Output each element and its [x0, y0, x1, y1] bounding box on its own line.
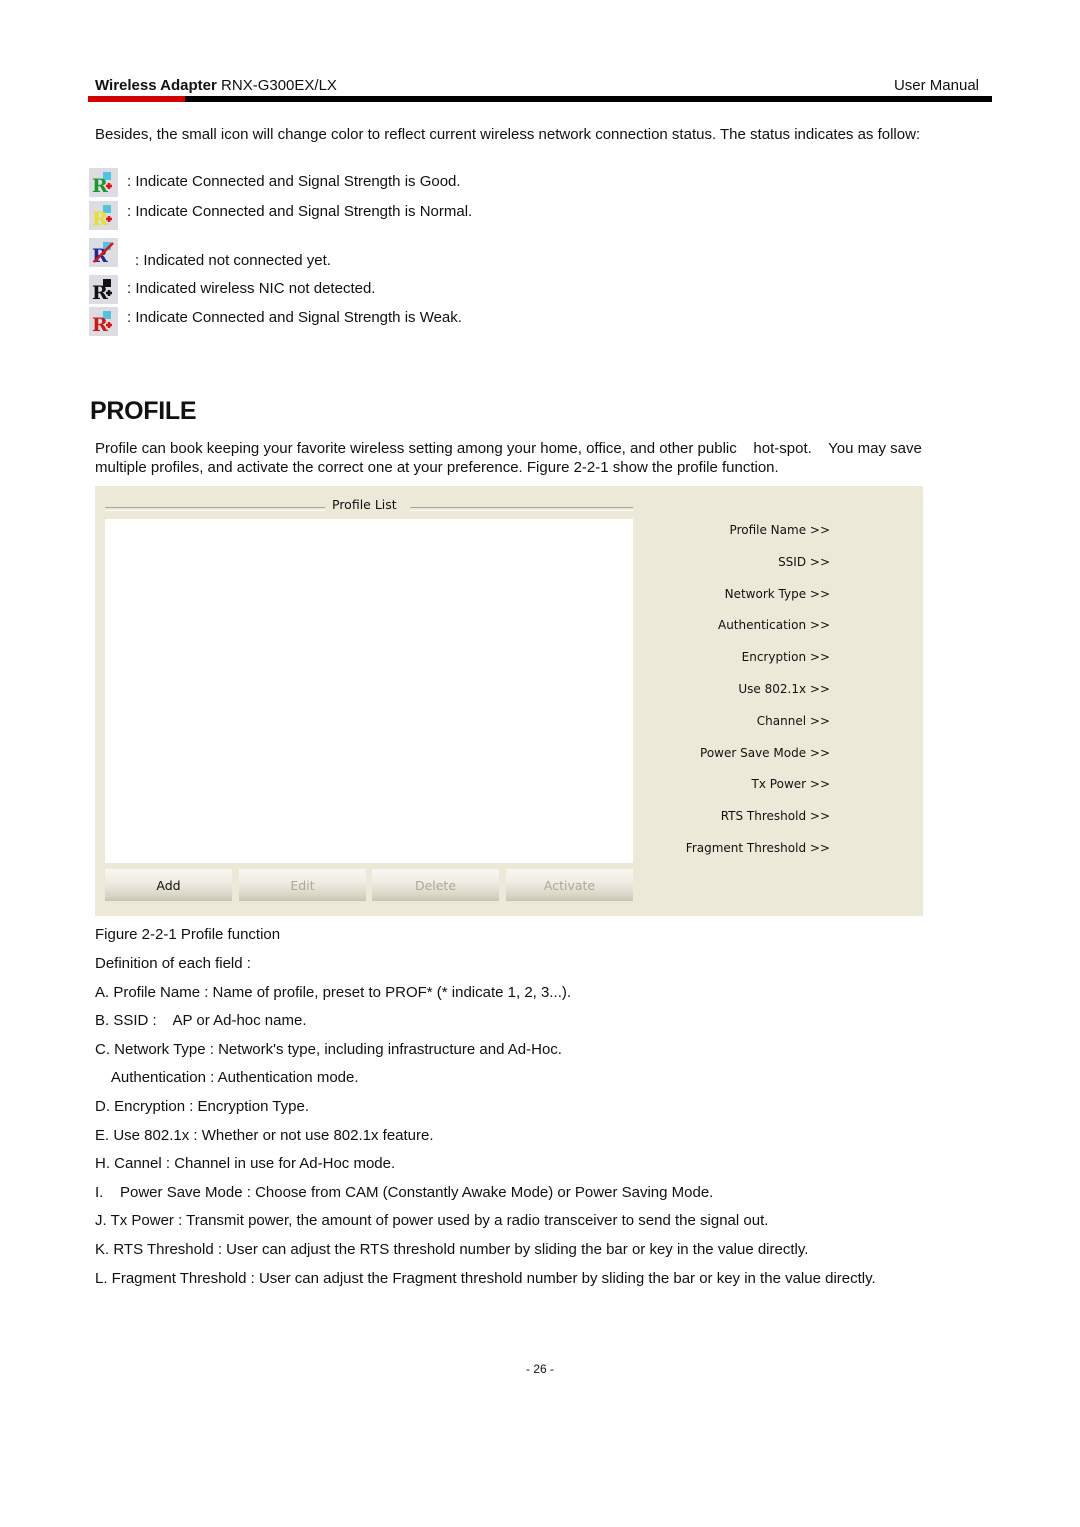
- group-line-left: [105, 507, 325, 511]
- profile-list[interactable]: [105, 519, 633, 863]
- header-doc-type: User Manual: [893, 77, 979, 94]
- definition-item: J. Tx Power : Transmit power, the amount…: [95, 1212, 769, 1229]
- definition-item: L. Fragment Threshold : User can adjust …: [95, 1270, 876, 1287]
- definition-item: A. Profile Name : Name of profile, prese…: [95, 984, 572, 1001]
- field-channel: Channel >>: [756, 713, 830, 728]
- intro-paragraph: Besides, the small icon will change colo…: [95, 126, 921, 143]
- field-ssid: SSID >>: [778, 554, 830, 569]
- field-use-8021x: Use 802.1x >>: [738, 681, 830, 696]
- profile-list-title: Profile List: [332, 497, 397, 512]
- definition-item: E. Use 802.1x : Whether or not use 802.1…: [95, 1127, 434, 1144]
- svg-text:R: R: [92, 208, 108, 228]
- figure-caption: Figure 2-2-1 Profile function: [95, 926, 281, 943]
- definition-item: K. RTS Threshold : User can adjust the R…: [95, 1241, 809, 1258]
- definition-item: C. Network Type : Network's type, includ…: [95, 1041, 562, 1058]
- status-item-nic-not-detected: R : Indicated wireless NIC not detected.: [89, 275, 589, 305]
- tray-icon-good: R: [89, 168, 118, 197]
- edit-button[interactable]: Edit: [239, 869, 366, 901]
- profile-panel: Profile List Profile Name >> SSID >> Net…: [95, 486, 923, 916]
- header-rule: [88, 96, 992, 102]
- tray-icon-nic-not-detected: R: [89, 275, 118, 304]
- definition-item: I. Power Save Mode : Choose from CAM (Co…: [95, 1184, 714, 1201]
- field-authentication: Authentication >>: [717, 618, 830, 633]
- svg-text:R: R: [92, 282, 108, 302]
- group-line-right: [410, 507, 633, 511]
- header-rule-accent: [88, 96, 185, 102]
- tray-icon-not-connected: R: [89, 238, 118, 267]
- status-text: : Indicated not connected yet.: [135, 252, 331, 269]
- page-header: Wireless Adapter RNX-G300EX/LX User Manu…: [95, 77, 979, 95]
- definition-item: H. Cannel : Channel in use for Ad-Hoc mo…: [95, 1155, 396, 1172]
- status-text: : Indicate Connected and Signal Strength…: [127, 173, 461, 190]
- activate-button[interactable]: Activate: [506, 869, 633, 901]
- svg-text:R: R: [92, 175, 108, 195]
- svg-text:R: R: [92, 314, 108, 334]
- page-number: - 26 -: [525, 1362, 554, 1376]
- definition-item: D. Encryption : Encryption Type.: [95, 1098, 309, 1115]
- section-description: Profile can book keeping your favorite w…: [95, 440, 927, 476]
- add-button[interactable]: Add: [105, 869, 232, 901]
- header-model: RNX-G300EX/LX: [221, 77, 337, 94]
- definition-item: Authentication : Authentication mode.: [95, 1069, 359, 1086]
- status-item-weak: R : Indicate Connected and Signal Streng…: [89, 307, 589, 337]
- profile-fields: Profile Name >> SSID >> Network Type >> …: [686, 522, 830, 872]
- status-text: : Indicated wireless NIC not detected.: [127, 280, 376, 297]
- delete-button[interactable]: Delete: [372, 869, 499, 901]
- field-rts-threshold: RTS Threshold >>: [720, 809, 830, 824]
- field-network-type: Network Type >>: [724, 586, 830, 601]
- field-encryption: Encryption >>: [741, 650, 830, 665]
- section-title: PROFILE: [90, 397, 197, 425]
- status-item-normal: R : Indicate Connected and Signal Streng…: [89, 201, 589, 231]
- header-product-name: Wireless Adapter: [95, 77, 217, 94]
- definitions-heading: Definition of each field :: [95, 955, 251, 972]
- field-tx-power: Tx Power >>: [751, 777, 830, 792]
- field-profile-name: Profile Name >>: [729, 523, 830, 537]
- tray-icon-normal: R: [89, 201, 118, 230]
- field-fragment-threshold: Fragment Threshold >>: [685, 840, 830, 855]
- field-power-save-mode: Power Save Mode >>: [700, 745, 830, 760]
- status-item-not-connected: R : Indicated not connected yet.: [89, 238, 589, 269]
- tray-icon-weak: R: [89, 307, 118, 336]
- status-text: : Indicate Connected and Signal Strength…: [127, 203, 473, 220]
- status-text: : Indicate Connected and Signal Strength…: [127, 309, 462, 326]
- definition-item: B. SSID : AP or Ad-hoc name.: [95, 1012, 307, 1029]
- status-item-good: R : Indicate Connected and Signal Streng…: [89, 168, 589, 198]
- header-product: Wireless Adapter RNX-G300EX/LX: [95, 77, 337, 94]
